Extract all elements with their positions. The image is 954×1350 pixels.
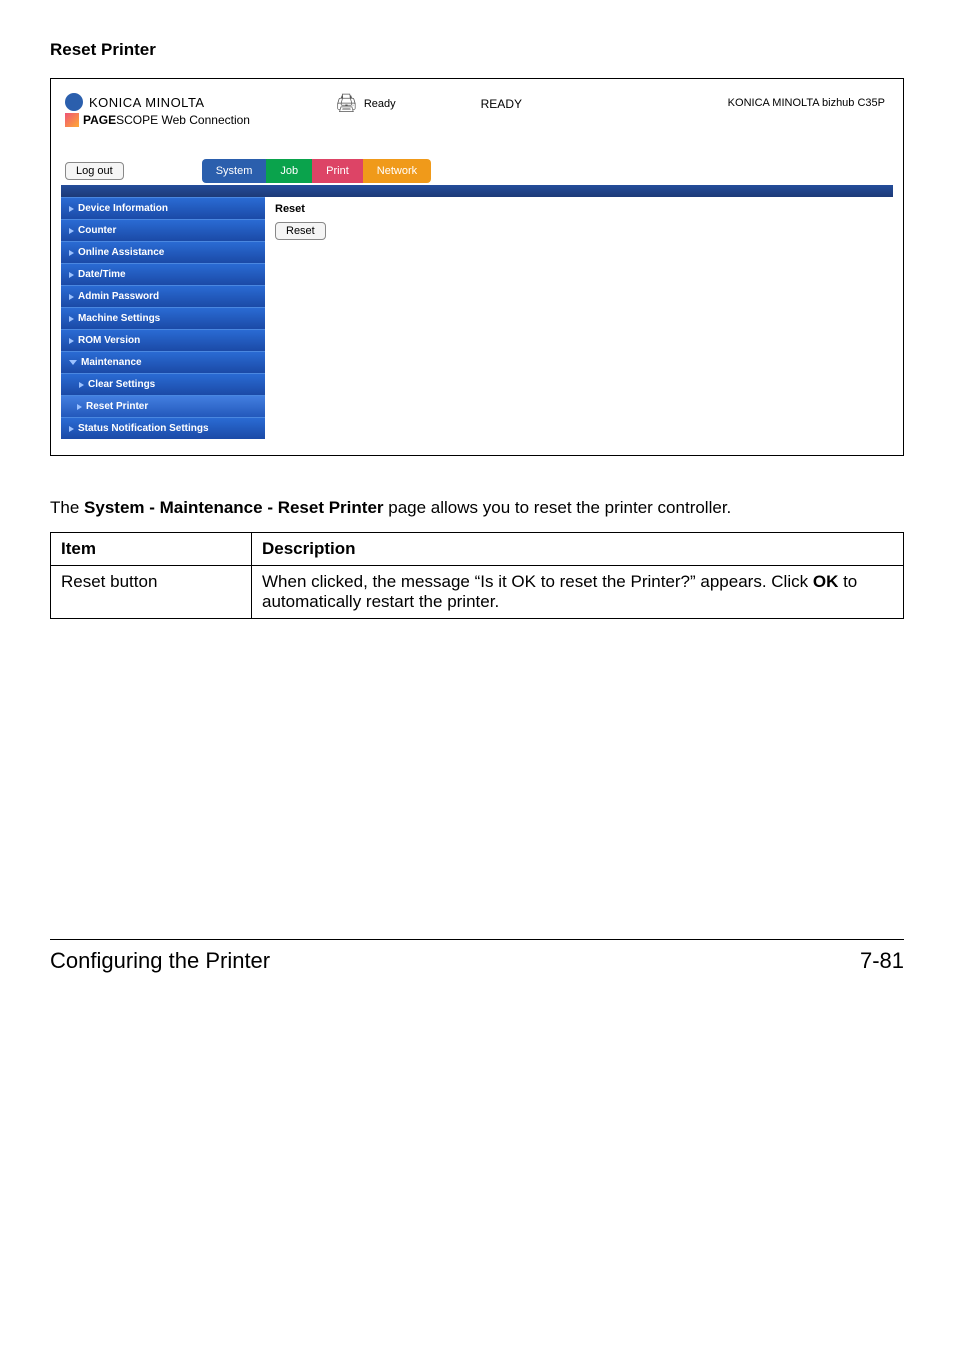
brand-block: KONICA MINOLTA PAGESCOPE Web Connection bbox=[65, 93, 250, 127]
chevron-right-icon bbox=[77, 404, 82, 410]
product-name: PAGESCOPE Web Connection bbox=[83, 113, 250, 127]
footer-right: 7-81 bbox=[860, 948, 904, 974]
info-table: Item Description Reset button When click… bbox=[50, 532, 904, 619]
sidebar-item-rom-version[interactable]: ROM Version bbox=[61, 329, 265, 351]
globe-icon bbox=[65, 93, 83, 111]
chevron-right-icon bbox=[69, 228, 74, 234]
panel-title: Reset bbox=[275, 203, 326, 215]
sidebar-item-status-notification-settings[interactable]: Status Notification Settings bbox=[61, 417, 265, 439]
logout-button[interactable]: Log out bbox=[65, 162, 124, 180]
divider-bar bbox=[61, 185, 893, 197]
sidebar-item-label: Date/Time bbox=[78, 269, 126, 280]
tab-strip: System Job Print Network bbox=[202, 159, 431, 183]
table-header-description: Description bbox=[252, 532, 904, 565]
sidebar-item-label: Online Assistance bbox=[78, 247, 164, 258]
table-cell-item: Reset button bbox=[51, 565, 252, 618]
chevron-right-icon bbox=[69, 316, 74, 322]
chevron-right-icon bbox=[69, 206, 74, 212]
content-area: Device Information Counter Online Assist… bbox=[61, 197, 893, 439]
sidebar-item-maintenance[interactable]: Maintenance bbox=[61, 351, 265, 373]
footer-left: Configuring the Printer bbox=[50, 948, 270, 974]
screenshot-frame: KONICA MINOLTA PAGESCOPE Web Connection … bbox=[50, 78, 904, 456]
sidebar-item-label: Clear Settings bbox=[88, 379, 155, 390]
toolbar-row: Log out System Job Print Network bbox=[61, 159, 893, 183]
table-cell-description: When clicked, the message “Is it OK to r… bbox=[252, 565, 904, 618]
explain-suffix: page allows you to reset the printer con… bbox=[384, 498, 732, 517]
ready-title: READY bbox=[481, 97, 522, 111]
sidebar-item-admin-password[interactable]: Admin Password bbox=[61, 285, 265, 307]
table-header-item: Item bbox=[51, 532, 252, 565]
printer-icon: 🖨 bbox=[335, 93, 358, 114]
brand-text: KONICA MINOLTA bbox=[89, 95, 205, 110]
tab-network[interactable]: Network bbox=[363, 159, 431, 183]
sidebar-item-online-assistance[interactable]: Online Assistance bbox=[61, 241, 265, 263]
sidebar-item-clear-settings[interactable]: Clear Settings bbox=[61, 373, 265, 395]
chevron-right-icon bbox=[69, 250, 74, 256]
tab-job[interactable]: Job bbox=[266, 159, 312, 183]
chevron-right-icon bbox=[79, 382, 84, 388]
chevron-right-icon bbox=[69, 338, 74, 344]
desc-prefix: When clicked, the message “Is it OK to r… bbox=[262, 572, 813, 591]
sidebar-item-machine-settings[interactable]: Machine Settings bbox=[61, 307, 265, 329]
app-header: KONICA MINOLTA PAGESCOPE Web Connection … bbox=[61, 89, 893, 153]
status-block: 🖨 Ready bbox=[335, 93, 396, 114]
chevron-right-icon bbox=[69, 294, 74, 300]
sidebar-item-counter[interactable]: Counter bbox=[61, 219, 265, 241]
model-text: KONICA MINOLTA bizhub C35P bbox=[728, 97, 885, 109]
tab-system[interactable]: System bbox=[202, 159, 267, 183]
sidebar-item-date-time[interactable]: Date/Time bbox=[61, 263, 265, 285]
page-footer: Configuring the Printer 7-81 bbox=[50, 939, 904, 974]
sidebar-item-label: Counter bbox=[78, 225, 116, 236]
tab-print[interactable]: Print bbox=[312, 159, 363, 183]
sidebar-item-label: Admin Password bbox=[78, 291, 159, 302]
side-menu: Device Information Counter Online Assist… bbox=[61, 197, 265, 439]
desc-bold: OK bbox=[813, 572, 839, 591]
explain-bold: System - Maintenance - Reset Printer bbox=[84, 498, 383, 517]
table-header-row: Item Description bbox=[51, 532, 904, 565]
reset-button[interactable]: Reset bbox=[275, 222, 326, 240]
section-title: Reset Printer bbox=[50, 40, 904, 60]
status-text: Ready bbox=[364, 98, 396, 110]
sidebar-item-label: Reset Printer bbox=[86, 401, 148, 412]
sidebar-item-label: Machine Settings bbox=[78, 313, 160, 324]
explain-text: The System - Maintenance - Reset Printer… bbox=[50, 496, 904, 520]
chevron-down-icon bbox=[69, 360, 77, 365]
chevron-right-icon bbox=[69, 426, 74, 432]
sidebar-item-reset-printer[interactable]: Reset Printer bbox=[61, 395, 265, 417]
chevron-right-icon bbox=[69, 272, 74, 278]
pagescope-icon bbox=[65, 113, 79, 127]
table-row: Reset button When clicked, the message “… bbox=[51, 565, 904, 618]
sidebar-item-label: Maintenance bbox=[81, 357, 142, 368]
explain-prefix: The bbox=[50, 498, 84, 517]
sidebar-item-label: Status Notification Settings bbox=[78, 423, 209, 434]
sidebar-item-label: Device Information bbox=[78, 203, 168, 214]
sidebar-item-label: ROM Version bbox=[78, 335, 140, 346]
main-panel: Reset Reset bbox=[265, 197, 336, 439]
sidebar-item-device-information[interactable]: Device Information bbox=[61, 197, 265, 219]
